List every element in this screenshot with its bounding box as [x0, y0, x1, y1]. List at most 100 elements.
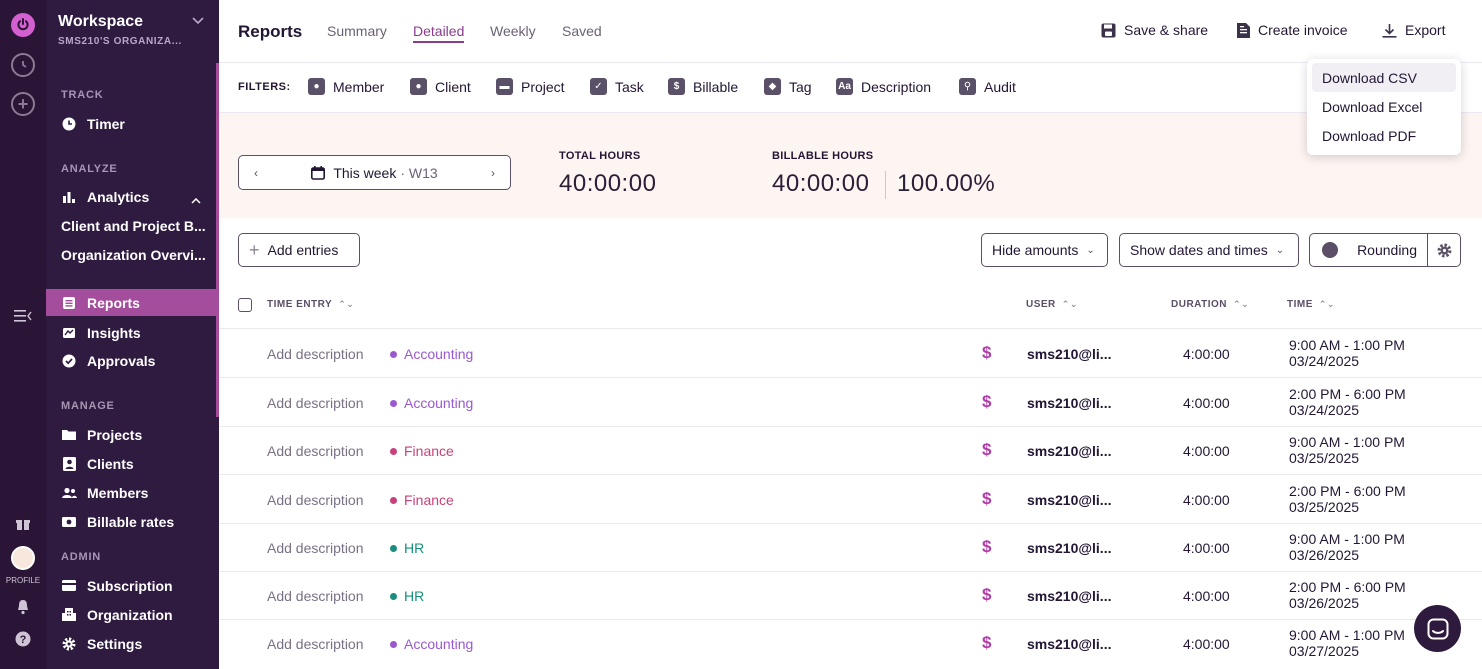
filter-member[interactable]: ● Member	[308, 78, 384, 95]
sidebar-item-timer[interactable]: Timer	[46, 110, 219, 137]
chevron-up-icon[interactable]	[191, 191, 201, 207]
description-cell[interactable]: Add description	[267, 443, 364, 459]
help-icon[interactable]: ?	[0, 629, 46, 649]
table-row[interactable]: Add description Accounting $ sms210@li..…	[219, 620, 1482, 668]
project-cell[interactable]: Finance	[390, 443, 454, 459]
column-time[interactable]: TIME ⌃⌄	[1287, 299, 1335, 310]
avatar[interactable]	[11, 546, 35, 570]
sidebar-item-org-overview[interactable]: Organization Overvi...	[46, 241, 219, 268]
billable-dollar-icon[interactable]: $	[982, 585, 991, 605]
time-cell[interactable]: 2:00 PM - 6:00 PM 03/26/2025	[1289, 579, 1406, 611]
gift-icon[interactable]	[0, 514, 46, 534]
project-cell[interactable]: Accounting	[390, 346, 473, 362]
workspace-title[interactable]: Workspace	[58, 13, 143, 31]
column-duration[interactable]: DURATION ⌃⌄	[1171, 299, 1249, 310]
filter-billable[interactable]: $ Billable	[668, 78, 738, 95]
filter-task[interactable]: ✓ Task	[590, 78, 644, 95]
time-cell[interactable]: 9:00 AM - 1:00 PM 03/24/2025	[1289, 337, 1405, 369]
collapse-sidebar-icon[interactable]	[0, 306, 46, 326]
description-cell[interactable]: Add description	[267, 346, 364, 362]
project-cell[interactable]: Accounting	[390, 636, 473, 652]
sidebar-item-projects[interactable]: Projects	[46, 421, 219, 448]
billable-dollar-icon[interactable]: $	[982, 633, 991, 653]
table-row[interactable]: Add description HR $ sms210@li... 4:00:0…	[219, 524, 1482, 572]
project-cell[interactable]: HR	[390, 588, 424, 604]
description-cell[interactable]: Add description	[267, 588, 364, 604]
clock-icon[interactable]	[11, 53, 35, 77]
tab-detailed[interactable]: Detailed	[413, 23, 465, 43]
week-selector[interactable]: This week · W13	[273, 165, 476, 181]
sidebar-item-approvals[interactable]: Approvals	[46, 347, 219, 374]
export-button[interactable]: Export	[1382, 22, 1445, 38]
add-icon[interactable]: +	[11, 92, 35, 116]
select-all-checkbox[interactable]	[238, 298, 252, 312]
duration-cell[interactable]: 4:00:00	[1183, 395, 1230, 411]
billable-dollar-icon[interactable]: $	[982, 440, 991, 460]
download-csv-option[interactable]: Download CSV	[1312, 63, 1456, 92]
column-time-entry[interactable]: TIME ENTRY ⌃⌄	[267, 299, 354, 310]
filter-audit[interactable]: ⚲ Audit	[959, 78, 1016, 95]
time-cell[interactable]: 2:00 PM - 6:00 PM 03/25/2025	[1289, 483, 1406, 515]
sidebar-item-subscription[interactable]: Subscription	[46, 572, 219, 599]
power-icon[interactable]	[11, 13, 35, 37]
filter-tag[interactable]: ◆ Tag	[764, 78, 812, 95]
description-cell[interactable]: Add description	[267, 636, 364, 652]
duration-cell[interactable]: 4:00:00	[1183, 588, 1230, 604]
billable-dollar-icon[interactable]: $	[982, 392, 991, 412]
tab-weekly[interactable]: Weekly	[490, 23, 536, 39]
sidebar-item-client-project[interactable]: Client and Project B...	[46, 212, 219, 239]
chat-support-button[interactable]	[1414, 605, 1461, 652]
project-cell[interactable]: HR	[390, 540, 424, 556]
duration-cell[interactable]: 4:00:00	[1183, 443, 1230, 459]
billable-dollar-icon[interactable]: $	[982, 343, 991, 363]
description-cell[interactable]: Add description	[267, 540, 364, 556]
description-cell[interactable]: Add description	[267, 395, 364, 411]
show-dates-dropdown[interactable]: Show dates and times ⌄	[1119, 233, 1299, 267]
previous-week-button[interactable]: ‹	[239, 166, 273, 180]
description-cell[interactable]: Add description	[267, 492, 364, 508]
filter-project[interactable]: ▬ Project	[496, 78, 565, 95]
time-cell[interactable]: 9:00 AM - 1:00 PM 03/25/2025	[1289, 434, 1405, 466]
rounding-toggle[interactable]: Rounding	[1309, 233, 1428, 267]
billable-dollar-icon[interactable]: $	[982, 537, 991, 557]
time-cell[interactable]: 2:00 PM - 6:00 PM 03/24/2025	[1289, 386, 1406, 418]
table-row[interactable]: Add description Accounting $ sms210@li..…	[219, 379, 1482, 427]
download-pdf-option[interactable]: Download PDF	[1312, 121, 1456, 150]
sidebar-item-organization[interactable]: Organization	[46, 601, 219, 628]
project-cell[interactable]: Finance	[390, 492, 454, 508]
sidebar-item-clients[interactable]: Clients	[46, 450, 219, 477]
time-cell[interactable]: 9:00 AM - 1:00 PM 03/26/2025	[1289, 531, 1405, 563]
add-entries-button[interactable]: + Add entries	[238, 233, 360, 267]
create-invoice-button[interactable]: Create invoice	[1237, 22, 1348, 38]
sidebar-item-members[interactable]: Members	[46, 479, 219, 506]
table-row[interactable]: Add description Finance $ sms210@li... 4…	[219, 427, 1482, 475]
tab-summary[interactable]: Summary	[327, 23, 387, 39]
save-share-button[interactable]: Save & share	[1101, 22, 1208, 38]
sidebar-item-insights[interactable]: Insights	[46, 319, 219, 346]
duration-cell[interactable]: 4:00:00	[1183, 346, 1230, 362]
hide-amounts-dropdown[interactable]: Hide amounts ⌄	[981, 233, 1108, 267]
sidebar-item-reports[interactable]: Reports	[46, 289, 219, 316]
table-row[interactable]: Add description Finance $ sms210@li... 4…	[219, 476, 1482, 524]
duration-cell[interactable]: 4:00:00	[1183, 540, 1230, 556]
next-week-button[interactable]: ›	[476, 166, 510, 180]
table-row[interactable]: Add description HR $ sms210@li... 4:00:0…	[219, 572, 1482, 620]
download-excel-option[interactable]: Download Excel	[1312, 92, 1456, 121]
time-cell[interactable]: 9:00 AM - 1:00 PM 03/27/2025	[1289, 627, 1405, 659]
bell-icon[interactable]	[0, 597, 46, 617]
toggle-switch[interactable]	[1321, 242, 1339, 258]
sidebar-item-settings[interactable]: Settings	[46, 630, 219, 657]
chevron-down-icon[interactable]	[192, 14, 204, 28]
column-user[interactable]: USER ⌃⌄	[1026, 299, 1078, 310]
tab-saved[interactable]: Saved	[562, 23, 602, 39]
filter-client[interactable]: ● Client	[410, 78, 471, 95]
duration-cell[interactable]: 4:00:00	[1183, 492, 1230, 508]
table-row[interactable]: Add description Accounting $ sms210@li..…	[219, 330, 1482, 378]
billable-dollar-icon[interactable]: $	[982, 489, 991, 509]
rounding-settings-button[interactable]	[1427, 233, 1461, 267]
sidebar-item-analytics[interactable]: Analytics	[46, 183, 219, 210]
filter-description[interactable]: Aa Description	[836, 78, 931, 95]
project-cell[interactable]: Accounting	[390, 395, 473, 411]
duration-cell[interactable]: 4:00:00	[1183, 636, 1230, 652]
sidebar-item-billable-rates[interactable]: Billable rates	[46, 508, 219, 535]
